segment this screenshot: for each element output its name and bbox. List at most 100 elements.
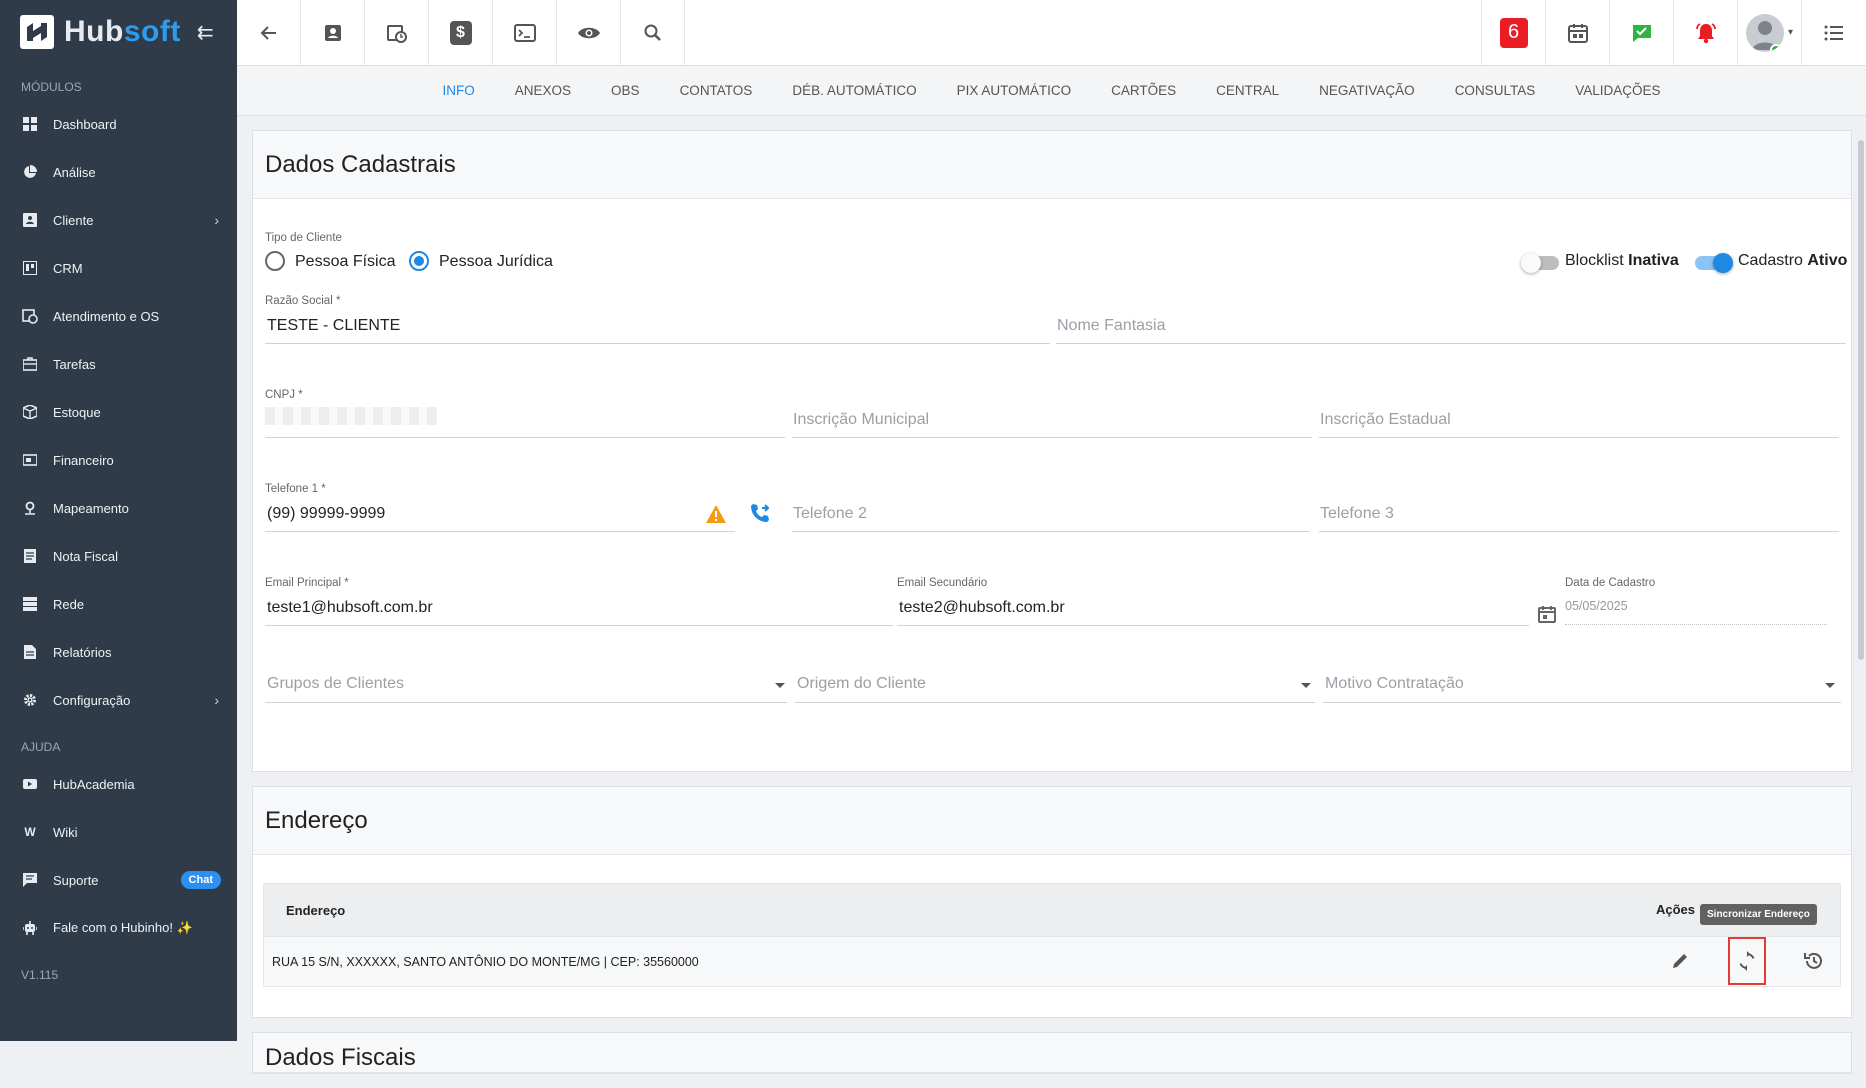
pessoa-juridica-label: Pessoa Jurídica — [439, 253, 553, 270]
tab-deb-automatico[interactable]: DÉB. AUTOMÁTICO — [772, 66, 936, 116]
telefone2-input[interactable]: Telefone 2 — [793, 505, 867, 523]
sidebar-help-item-hubacademia[interactable]: HubAcademia — [0, 760, 237, 808]
sidebar-item-tarefas[interactable]: Tarefas — [0, 340, 237, 388]
page-scrollbar[interactable] — [1858, 140, 1864, 660]
razao-social-input[interactable]: TESTE - CLIENTE — [267, 317, 400, 335]
tab-consultas[interactable]: CONSULTAS — [1435, 66, 1556, 116]
endereco-table-header: Endereço Ações Sincronizar Endereço — [264, 884, 1840, 936]
brand-logo[interactable]: Hubsoft ⇇ — [0, 0, 237, 64]
pie-chart-icon — [21, 163, 39, 181]
nome-fantasia-input[interactable]: Nome Fantasia — [1057, 317, 1166, 335]
sidebar-item-dashboard[interactable]: Dashboard — [0, 100, 237, 148]
terminal-button[interactable] — [493, 0, 557, 65]
back-button[interactable] — [237, 0, 301, 65]
endereco-table: Endereço Ações Sincronizar Endereço RUA … — [263, 883, 1841, 987]
tab-negativacao[interactable]: NEGATIVAÇÃO — [1299, 66, 1435, 116]
notifications-count-button[interactable]: 6 — [1482, 0, 1546, 65]
view-button[interactable] — [557, 0, 621, 65]
client-card-button[interactable] — [301, 0, 365, 65]
tipo-cliente-label: Tipo de Cliente — [265, 232, 342, 244]
sidebar-item-configuracao[interactable]: Configuração › — [0, 676, 237, 724]
sidebar-item-crm[interactable]: CRM — [0, 244, 237, 292]
tab-cartoes[interactable]: CARTÕES — [1091, 66, 1196, 116]
robot-icon — [21, 919, 39, 937]
sidebar-item-atendimento-e-os[interactable]: Atendimento e OS — [0, 292, 237, 340]
razao-social-underline — [265, 343, 1050, 344]
data-cadastro-underline — [1565, 624, 1827, 625]
blocklist-toggle[interactable] — [1521, 253, 1559, 273]
grupos-clientes-select[interactable]: Grupos de Clientes — [267, 675, 404, 693]
dados-cadastrais-card: Dados Cadastrais Tipo de Cliente Pessoa … — [252, 130, 1852, 772]
collapse-menu-icon[interactable]: ⇇ — [197, 20, 214, 45]
tab-contatos[interactable]: CONTATOS — [660, 66, 773, 116]
map-pin-icon — [21, 499, 39, 517]
tab-validacoes[interactable]: VALIDAÇÕES — [1555, 66, 1680, 116]
tab-info[interactable]: INFO — [423, 66, 495, 116]
telefone3-input[interactable]: Telefone 3 — [1320, 505, 1394, 523]
cnpj-label: CNPJ * — [265, 389, 303, 401]
chat-badge[interactable]: Chat — [180, 871, 221, 889]
gear-icon — [21, 691, 39, 709]
email-secundario-underline — [897, 625, 1529, 626]
data-cadastro-input: 05/05/2025 — [1565, 599, 1628, 613]
sidebar-item-label: Suporte — [53, 872, 99, 888]
tab-central[interactable]: CENTRAL — [1196, 66, 1299, 116]
telefone1-input[interactable]: (99) 99999-9999 — [267, 505, 385, 523]
search-button[interactable] — [621, 0, 685, 65]
telefone1-underline — [265, 531, 735, 532]
sidebar-item-financeiro[interactable]: Financeiro — [0, 436, 237, 484]
box-icon — [21, 403, 39, 421]
dollar-icon: $ — [449, 20, 472, 45]
history-endereco-button[interactable] — [1795, 937, 1833, 985]
sidebar-item-estoque[interactable]: Estoque — [0, 388, 237, 436]
sidebar-help-item-wiki[interactable]: W Wiki — [0, 808, 237, 856]
report-icon — [21, 643, 39, 661]
invoice-icon — [21, 547, 39, 565]
sidebar-help-item-fale-com-o-hubinho[interactable]: Fale com o Hubinho! ✨ — [0, 904, 237, 952]
eye-icon — [577, 27, 600, 38]
online-status-dot — [1769, 43, 1782, 52]
sidebar-item-nota-fiscal[interactable]: Nota Fiscal — [0, 532, 237, 580]
messages-button[interactable] — [1610, 0, 1674, 65]
calendar-icon[interactable] — [1537, 604, 1557, 624]
email-principal-label: Email Principal * — [265, 577, 349, 589]
cnpj-input-blurred[interactable] — [265, 407, 437, 425]
inscricao-municipal-input[interactable]: Inscrição Municipal — [793, 411, 929, 429]
user-menu-button[interactable]: ▾ — [1738, 0, 1802, 65]
sidebar-item-mapeamento[interactable]: Mapeamento — [0, 484, 237, 532]
sidebar-item-label: Atendimento e OS — [53, 308, 160, 324]
sidebar-item-label: Relatórios — [53, 644, 112, 660]
financial-button[interactable]: $ — [429, 0, 493, 65]
alerts-button[interactable] — [1674, 0, 1738, 65]
sidebar-item-relatorios[interactable]: Relatórios — [0, 628, 237, 676]
cadastro-toggle[interactable] — [1695, 253, 1733, 273]
sidebar-item-label: Tarefas — [53, 356, 96, 372]
check-message-icon — [1632, 24, 1651, 42]
menu-list-button[interactable] — [1802, 0, 1866, 65]
tab-pix-automatico[interactable]: PIX AUTOMÁTICO — [937, 66, 1092, 116]
tab-anexos[interactable]: ANEXOS — [495, 66, 591, 116]
sidebar-item-analise[interactable]: Análise — [0, 148, 237, 196]
edit-endereco-button[interactable] — [1661, 937, 1699, 985]
tab-obs[interactable]: OBS — [591, 66, 660, 116]
sidebar-item-rede[interactable]: Rede — [0, 580, 237, 628]
sync-endereco-button[interactable] — [1728, 937, 1766, 985]
phone-forward-icon[interactable] — [749, 502, 771, 524]
video-icon — [21, 775, 39, 793]
origem-cliente-select[interactable]: Origem do Cliente — [797, 675, 926, 693]
sidebar-item-cliente[interactable]: Cliente › — [0, 196, 237, 244]
email-principal-input[interactable]: teste1@hubsoft.com.br — [267, 599, 433, 617]
motivo-contratacao-caret-icon — [1825, 683, 1835, 688]
schedule-button[interactable] — [365, 0, 429, 65]
contact-card-icon — [324, 24, 341, 41]
sidebar-help-item-suporte[interactable]: Suporte Chat — [0, 856, 237, 904]
pessoa-juridica-radio[interactable] — [409, 251, 429, 271]
inscricao-estadual-input[interactable]: Inscrição Estadual — [1320, 411, 1451, 429]
warning-icon[interactable] — [705, 504, 727, 524]
pessoa-fisica-radio[interactable] — [265, 251, 285, 271]
calendar-button[interactable] — [1546, 0, 1610, 65]
kanban-icon — [21, 259, 39, 277]
app-version: V1.115 — [21, 968, 59, 982]
email-secundario-input[interactable]: teste2@hubsoft.com.br — [899, 599, 1065, 617]
motivo-contratacao-select[interactable]: Motivo Contratação — [1325, 675, 1464, 693]
